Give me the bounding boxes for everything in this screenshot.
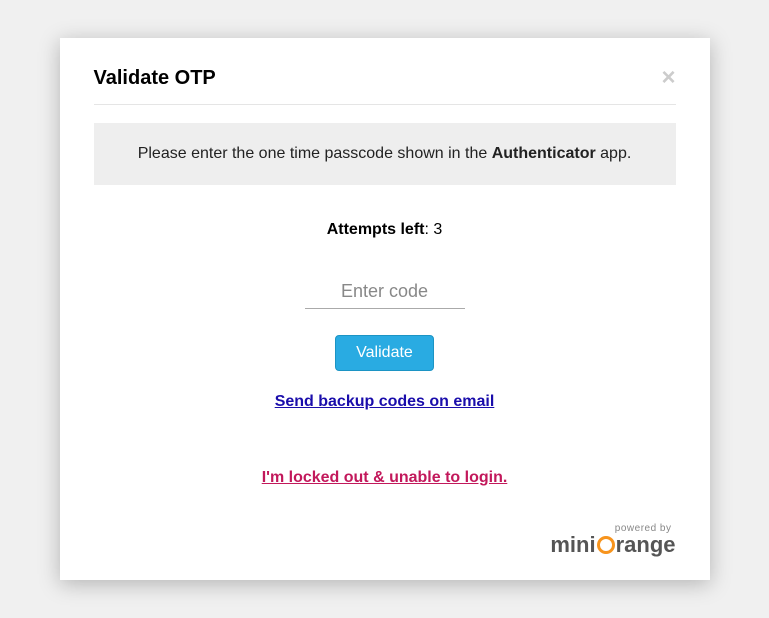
otp-modal: Validate OTP × Please enter the one time… [60,38,710,580]
validate-button[interactable]: Validate [335,335,434,371]
locked-out-link[interactable]: I'm locked out & unable to login. [262,469,508,486]
input-wrapper [94,275,676,309]
otp-input[interactable] [305,275,465,309]
brand-part1: mini [550,532,595,557]
attempts-count: 3 [433,221,442,238]
attempts-label: Attempts left [327,221,425,238]
modal-title: Validate OTP [94,67,216,90]
instruction-prefix: Please enter the one time passcode shown… [138,145,492,162]
instruction-bold: Authenticator [492,145,596,162]
close-icon[interactable]: × [661,66,675,90]
footer: powered by minirange [94,523,676,556]
orange-o-icon [597,536,615,554]
instruction-suffix: app. [596,145,632,162]
brand-logo: mini range [94,534,676,556]
backup-link-wrapper: Send backup codes on email [94,393,676,411]
locked-link-wrapper: I'm locked out & unable to login. [94,469,676,487]
backup-codes-link[interactable]: Send backup codes on email [275,393,495,410]
button-wrapper: Validate [94,335,676,371]
attempts-text: Attempts left: 3 [94,221,676,239]
instruction-box: Please enter the one time passcode shown… [94,123,676,185]
brand-part2: range [616,532,676,557]
modal-header: Validate OTP × [94,66,676,105]
